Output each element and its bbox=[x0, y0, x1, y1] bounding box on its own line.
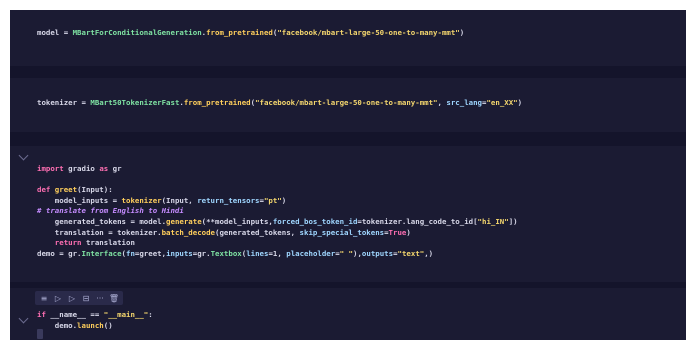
code-token: gradio bbox=[63, 164, 100, 173]
code-token: translation bbox=[81, 238, 135, 248]
code-token: (Input): bbox=[77, 185, 113, 195]
code-token: = bbox=[77, 98, 91, 107]
code-token: model_inputs = bbox=[37, 195, 122, 205]
code-token: "en_XX" bbox=[486, 98, 518, 107]
code-token: True bbox=[388, 227, 407, 237]
code-token: ) bbox=[517, 98, 523, 107]
code-token: =1, bbox=[268, 248, 287, 258]
code-token: "hi_IN" bbox=[477, 216, 509, 226]
code-token: launch bbox=[77, 320, 104, 330]
code-token: __name__ == bbox=[45, 310, 104, 319]
code-token: ]) bbox=[508, 216, 518, 226]
code-token: outputs bbox=[361, 248, 394, 258]
code-token: fn bbox=[126, 248, 135, 258]
code-token: "__main__" bbox=[103, 310, 149, 319]
split-cell-icon[interactable]: ⊟ bbox=[81, 293, 91, 303]
code-token: tokenizer bbox=[121, 195, 162, 205]
code-token: return bbox=[37, 238, 82, 248]
notebook-editor: model = MBartForConditionalGeneration.fr… bbox=[10, 10, 686, 340]
code-token: : bbox=[148, 310, 153, 319]
code-token: "facebook/mbart-large-50-one-to-many-mmt… bbox=[277, 28, 460, 37]
code-token: greet bbox=[50, 185, 78, 195]
more-icon[interactable]: ··· bbox=[95, 293, 105, 303]
code-token: ) bbox=[406, 227, 411, 237]
code-token: batch_decode bbox=[161, 227, 215, 237]
code-token: Textbox bbox=[210, 248, 242, 258]
code-cell-greet[interactable]: import gradio as gr def greet(Input): mo… bbox=[10, 146, 686, 282]
code-token: as bbox=[99, 164, 109, 173]
code-token: ) bbox=[281, 195, 287, 205]
code-token: () bbox=[103, 320, 113, 330]
code-token: ) bbox=[459, 28, 465, 37]
code-token: generate bbox=[166, 216, 202, 226]
code-token: forced_bos_token_id bbox=[272, 216, 358, 226]
code-token: return_tensors bbox=[197, 195, 260, 205]
code-token: "facebook/mbart-large-50-one-to-many-mmt… bbox=[255, 98, 438, 107]
code-token: from_pretrained bbox=[206, 28, 273, 37]
code-token: ), bbox=[353, 248, 362, 258]
code-token: translation = tokenizer. bbox=[37, 227, 162, 237]
code-token: MBart50TokenizerFast bbox=[90, 98, 180, 107]
code-token: src_lang bbox=[446, 98, 483, 107]
code-token: demo. bbox=[37, 320, 78, 330]
run-below-icon[interactable]: ▷ bbox=[67, 293, 77, 303]
collapse-chevron-icon[interactable] bbox=[18, 313, 29, 324]
cell-code[interactable]: tokenizer = MBart50TokenizerFast.from_pr… bbox=[37, 98, 522, 109]
code-token: tokenizer bbox=[37, 98, 78, 107]
code-cell-model[interactable]: model = MBartForConditionalGeneration.fr… bbox=[10, 10, 686, 66]
code-token: skip_special_tokens bbox=[299, 227, 385, 237]
code-token: =tokenizer.lang_code_to_id[ bbox=[357, 216, 478, 226]
cell-toolbar: ≡ ▷ ▷ ⊟ ··· 🗑 bbox=[35, 291, 123, 305]
cell-code[interactable]: model = MBartForConditionalGeneration.fr… bbox=[37, 28, 464, 39]
code-token: (Input, bbox=[161, 195, 198, 205]
code-token: " " bbox=[339, 248, 354, 258]
code-token: = bbox=[59, 28, 73, 37]
code-token: lines bbox=[246, 248, 269, 258]
code-cell-tokenizer[interactable]: tokenizer = MBart50TokenizerFast.from_pr… bbox=[10, 78, 686, 132]
cell-code[interactable]: import gradio as gr def greet(Input): mo… bbox=[37, 164, 518, 259]
code-token: import bbox=[37, 164, 64, 173]
code-token: ,) bbox=[424, 248, 434, 258]
code-token: MBartForConditionalGeneration bbox=[72, 28, 202, 37]
cell-separator bbox=[10, 132, 686, 146]
code-token: placeholder bbox=[286, 248, 336, 258]
cell-separator bbox=[10, 66, 686, 78]
code-token: gr bbox=[108, 164, 122, 173]
code-token: inputs bbox=[166, 248, 193, 258]
format-icon[interactable]: ≡ bbox=[39, 293, 49, 303]
code-token: demo = gr. bbox=[37, 248, 82, 258]
code-token: if bbox=[37, 310, 46, 319]
code-token: def bbox=[37, 185, 51, 195]
code-token: (**model_inputs, bbox=[201, 216, 273, 226]
code-token: model bbox=[37, 28, 60, 37]
code-token: generated_tokens = model. bbox=[37, 216, 167, 226]
code-token: Interface bbox=[81, 248, 122, 258]
code-token: (generated_tokens, bbox=[215, 227, 300, 237]
delete-icon[interactable]: 🗑 bbox=[109, 293, 119, 303]
code-comment: # translate from English to Hindi bbox=[37, 206, 184, 216]
cell-code[interactable]: if __name__ == "__main__": demo.launch() bbox=[37, 310, 153, 331]
code-token: "text" bbox=[397, 248, 425, 258]
collapse-chevron-icon[interactable] bbox=[18, 150, 29, 161]
code-token: from_pretrained bbox=[183, 98, 251, 107]
run-above-icon[interactable]: ▷ bbox=[53, 293, 63, 303]
code-token: "pt" bbox=[263, 195, 282, 205]
code-token: =gr. bbox=[192, 248, 211, 258]
code-token: =greet, bbox=[134, 248, 167, 258]
